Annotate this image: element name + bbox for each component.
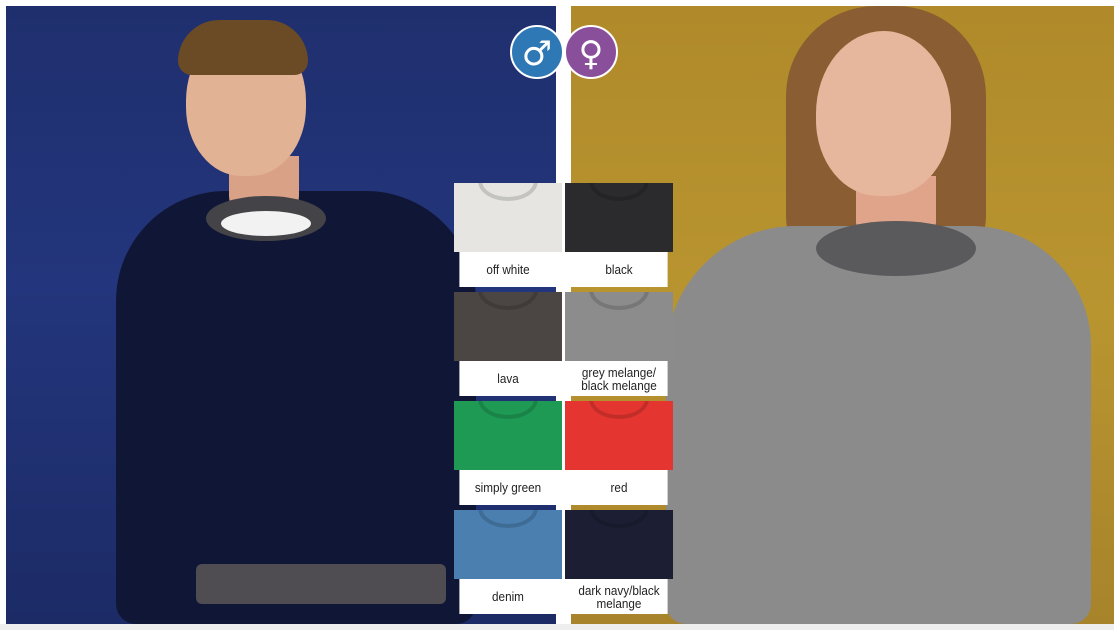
swatch-label: black (570, 252, 668, 287)
male-tshirt-collar (221, 211, 311, 236)
female-sweatshirt (666, 226, 1091, 624)
swatch-red: red (565, 401, 673, 505)
swatch-image (454, 292, 562, 361)
female-symbol-icon: ♀ (564, 25, 618, 79)
swatch-image (565, 401, 673, 470)
swatch-label: denim (459, 579, 557, 614)
swatch-dark-navy: dark navy/black melange (565, 510, 673, 614)
swatch-label: lava (459, 361, 557, 396)
swatch-label: grey melange/ black melange (570, 361, 668, 396)
male-sweatshirt-waistband (196, 564, 446, 604)
swatch-label: off white (459, 252, 557, 287)
female-sweatshirt-collar (816, 221, 976, 276)
female-head (816, 31, 951, 196)
swatch-black: black (565, 183, 673, 287)
swatch-image (565, 183, 673, 252)
swatch-label: red (570, 470, 668, 505)
swatch-denim: denim (454, 510, 562, 614)
swatch-label: dark navy/black melange (570, 579, 668, 614)
swatch-grey-melange: grey melange/ black melange (565, 292, 673, 396)
swatch-label: simply green (459, 470, 557, 505)
bottom-strip (0, 624, 1114, 630)
swatch-image (454, 183, 562, 252)
swatch-simply-green: simply green (454, 401, 562, 505)
male-symbol-icon: ♂ (510, 25, 564, 79)
swatch-image (565, 292, 673, 361)
swatch-lava: lava (454, 292, 562, 396)
swatch-image (565, 510, 673, 579)
swatch-image (454, 510, 562, 579)
swatch-image (454, 401, 562, 470)
swatch-off-white: off white (454, 183, 562, 287)
male-sweatshirt (116, 191, 476, 624)
male-hair (178, 20, 308, 75)
